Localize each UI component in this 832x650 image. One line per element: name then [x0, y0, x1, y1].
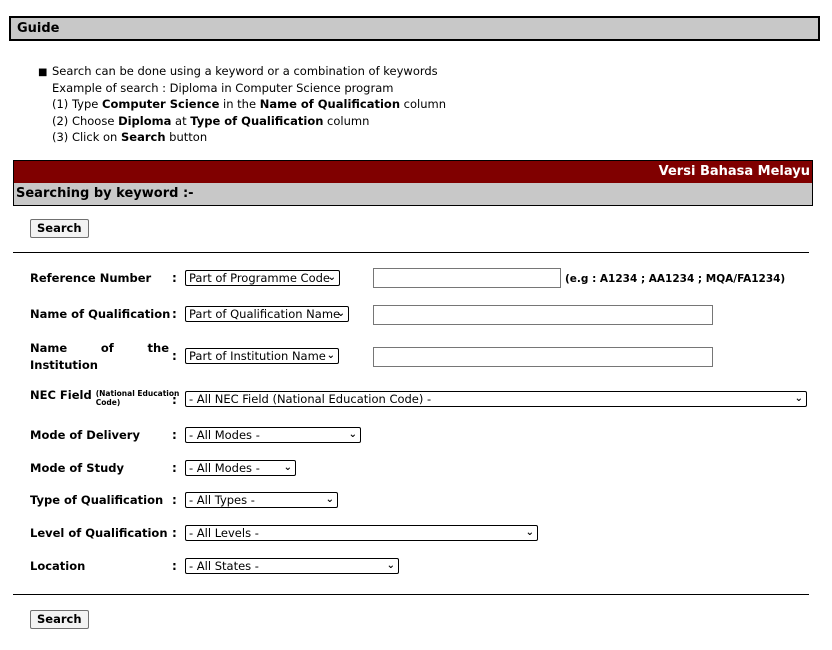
colon: : [172, 349, 177, 363]
chevron-down-icon: ⌄ [327, 272, 336, 283]
mode-of-study-select[interactable]: - All Modes - ⌄ [185, 460, 296, 476]
chevron-down-icon: ⌄ [525, 527, 534, 538]
guide-header: Guide [9, 16, 820, 41]
reference-number-input[interactable] [373, 268, 561, 288]
colon: : [172, 559, 177, 573]
location-select[interactable]: - All States - ⌄ [185, 558, 399, 574]
colon: : [172, 493, 177, 507]
divider-top [13, 252, 809, 253]
nec-field-label: NEC Field (National Education Code) [30, 388, 180, 407]
level-of-qualification-select[interactable]: - All Levels - ⌄ [185, 525, 538, 541]
reference-type-select[interactable]: Part of Programme Code ⌄ [185, 270, 340, 286]
qualification-name-type-select[interactable]: Part of Qualification Name ⌄ [185, 306, 349, 322]
colon: : [172, 461, 177, 475]
type-of-qualification-label: Type of Qualification [30, 493, 164, 507]
location-label: Location [30, 559, 86, 573]
level-of-qualification-label: Level of Qualification [30, 526, 168, 540]
guide-instructions: ■ Search can be done using a keyword or … [38, 63, 446, 146]
search-button-bottom[interactable]: Search [30, 610, 89, 629]
colon: : [172, 307, 177, 321]
nec-field-select[interactable]: - All NEC Field (National Education Code… [185, 391, 807, 407]
bullet-icon: ■ [38, 67, 48, 78]
mode-of-study-label: Mode of Study [30, 461, 124, 475]
colon: : [172, 526, 177, 540]
type-of-qualification-select[interactable]: - All Types - ⌄ [185, 492, 338, 508]
guide-line-1: Search can be done using a keyword or a … [52, 64, 438, 78]
guide-line-3: (1) Type Computer Science in the Name of… [52, 97, 447, 111]
reference-number-label: Reference Number [30, 271, 152, 285]
mode-of-delivery-label: Mode of Delivery [30, 428, 140, 442]
chevron-down-icon: ⌄ [325, 494, 334, 505]
institution-label: Name of the Institution [30, 341, 169, 372]
guide-line-4: (2) Choose Diploma at Type of Qualificat… [52, 113, 370, 128]
chevron-down-icon: ⌄ [336, 308, 345, 319]
guide-line-2: Example of search : Diploma in Computer … [52, 80, 394, 95]
language-bar: Versi Bahasa Melayu [13, 160, 813, 184]
colon: : [172, 271, 177, 285]
colon: : [172, 393, 177, 407]
chevron-down-icon: ⌄ [794, 393, 803, 404]
guide-title: Guide [17, 21, 60, 36]
divider-bottom [13, 594, 809, 595]
institution-input[interactable] [373, 347, 713, 367]
colon: : [172, 428, 177, 442]
qualification-name-label: Name of Qualification [30, 307, 171, 321]
section-title: Searching by keyword :- [13, 183, 813, 206]
mode-of-delivery-select[interactable]: - All Modes - ⌄ [185, 427, 361, 443]
institution-type-select[interactable]: Part of Institution Name ⌄ [185, 348, 339, 364]
qualification-name-input[interactable] [373, 305, 713, 325]
reference-hint: (e.g : A1234 ; AA1234 ; MQA/FA1234) [565, 273, 786, 285]
language-link[interactable]: Versi Bahasa Melayu [659, 164, 810, 179]
search-button-top[interactable]: Search [30, 219, 89, 238]
chevron-down-icon: ⌄ [386, 560, 395, 571]
chevron-down-icon: ⌄ [326, 350, 335, 361]
chevron-down-icon: ⌄ [283, 462, 292, 473]
guide-line-5: (3) Click on Search button [52, 130, 208, 144]
chevron-down-icon: ⌄ [348, 429, 357, 440]
